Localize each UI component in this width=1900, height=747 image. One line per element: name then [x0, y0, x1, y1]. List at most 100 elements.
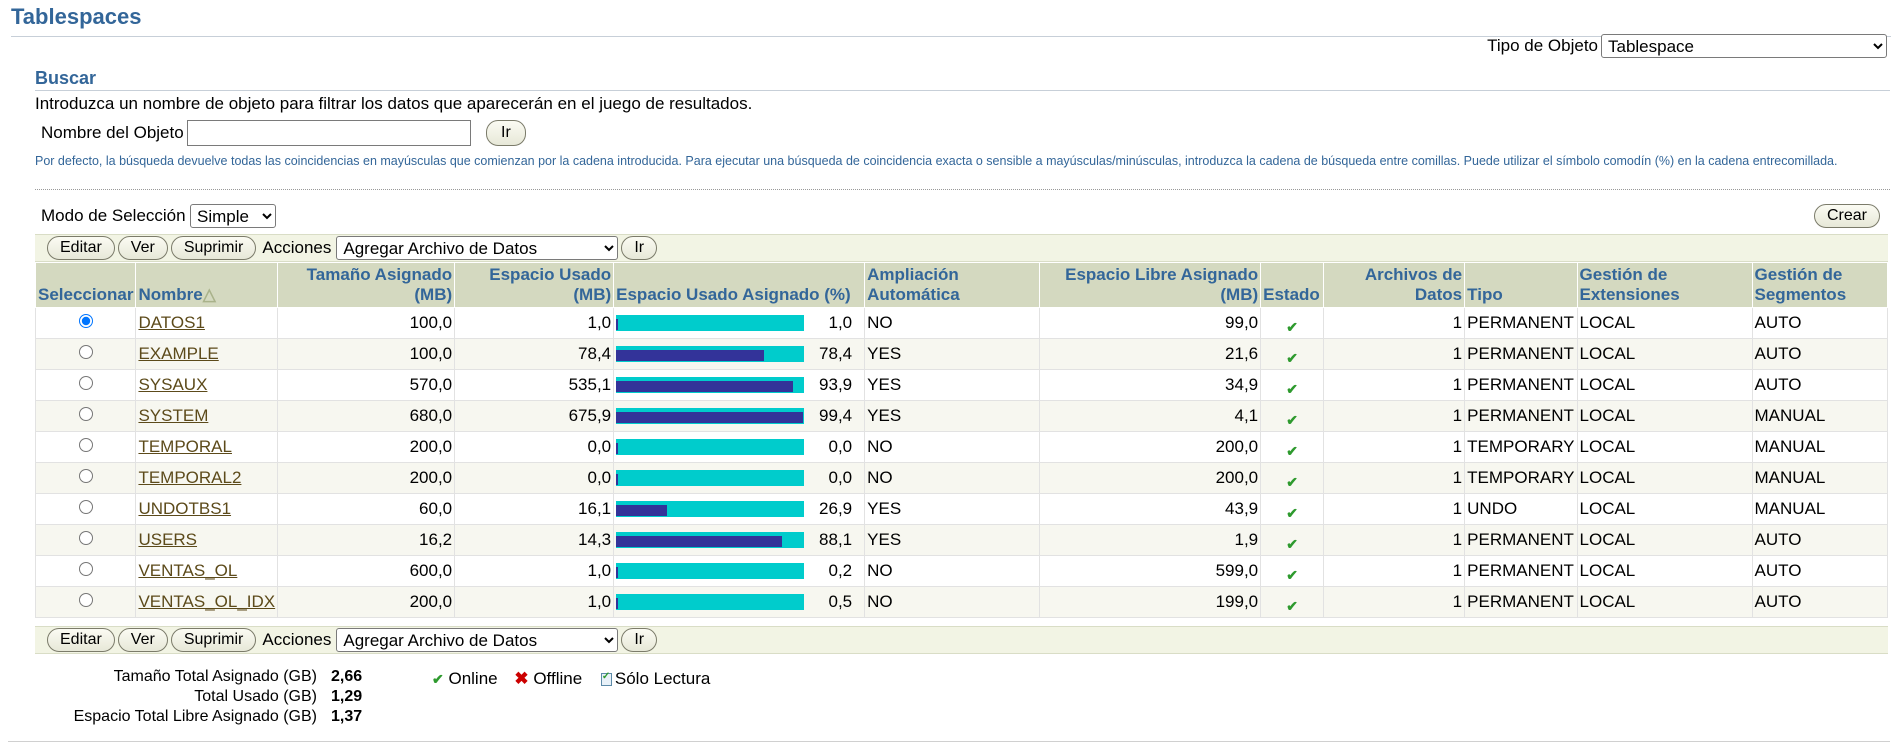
auto-cell: YES: [864, 493, 1041, 525]
free-cell: 43,9: [1039, 493, 1262, 525]
create-button[interactable]: Crear: [1814, 204, 1881, 228]
status-cell: ✔: [1260, 431, 1325, 463]
free-cell: 599,0: [1039, 555, 1262, 587]
table-row: TEMPORAL2 200,0 0,0 0,0 NO 200,0 ✔ 1 TEMPORARY LO…: [34, 462, 1889, 494]
tablespace-name-link[interactable]: TEMPORAL2: [138, 468, 241, 487]
name-cell: TEMPORAL: [135, 431, 279, 463]
actions-select[interactable]: Agregar Archivo de Datos: [336, 628, 619, 652]
row-select-radio[interactable]: [78, 376, 93, 390]
type-cell: PERMANENT: [1464, 400, 1578, 432]
row-select-radio[interactable]: [78, 314, 93, 328]
tablespace-name-link[interactable]: USERS: [138, 530, 197, 549]
auto-cell: YES: [864, 400, 1041, 432]
actions-go-button[interactable]: Ir: [621, 236, 658, 260]
size-cell: 680,0: [277, 400, 456, 432]
row-select-radio[interactable]: [78, 345, 93, 359]
selection-mode-select[interactable]: Simple: [190, 204, 276, 228]
actions-go-button[interactable]: Ir: [621, 628, 658, 652]
free-cell: 4,1: [1039, 400, 1262, 432]
view-button[interactable]: Ver: [117, 628, 168, 652]
usage-meter: [616, 563, 805, 580]
pct-cell: 93,9: [613, 369, 866, 401]
view-button[interactable]: Ver: [117, 236, 168, 260]
usage-meter-fill: [616, 536, 782, 548]
row-select-radio[interactable]: [78, 407, 93, 421]
type-cell: PERMANENT: [1464, 338, 1578, 370]
edit-button[interactable]: Editar: [47, 236, 115, 260]
check-icon: ✔: [1286, 567, 1298, 583]
tablespace-name-link[interactable]: DATOS1: [138, 313, 204, 332]
search-hint: Por defecto, la búsqueda devuelve todas …: [35, 154, 1838, 168]
extents-cell: LOCAL: [1576, 555, 1753, 587]
tablespace-name-link[interactable]: SYSAUX: [138, 375, 207, 394]
segments-cell: MANUAL: [1751, 493, 1889, 525]
col-segments: Gestión de Segmentos: [1751, 262, 1889, 308]
tablespace-name-link[interactable]: UNDOTBS1: [138, 499, 231, 518]
segments-cell: MANUAL: [1751, 431, 1889, 463]
tablespace-name-link[interactable]: EXAMPLE: [138, 344, 218, 363]
row-select-cell: [34, 369, 137, 401]
auto-cell: YES: [864, 524, 1041, 556]
actions-select[interactable]: Agregar Archivo de Datos: [336, 236, 619, 260]
delete-button[interactable]: Suprimir: [170, 236, 257, 260]
status-cell: ✔: [1260, 555, 1325, 587]
usage-meter-fill: [616, 443, 619, 455]
dotted-divider: [35, 189, 1890, 190]
tablespace-name-link[interactable]: VENTAS_OL: [138, 561, 237, 580]
auto-cell: NO: [864, 462, 1041, 494]
usage-meter: [616, 594, 805, 611]
usage-meter: [616, 377, 805, 394]
table-row: TEMPORAL 200,0 0,0 0,0 NO 200,0 ✔ 1 TEMPORARY LOC…: [34, 431, 1889, 463]
extents-cell: LOCAL: [1576, 307, 1753, 339]
check-icon: ✔: [1286, 505, 1298, 521]
tablespace-name-link[interactable]: VENTAS_OL_IDX: [138, 592, 275, 611]
name-cell: SYSAUX: [135, 369, 279, 401]
col-pct: Espacio Usado Asignado (%): [613, 262, 866, 308]
edit-button[interactable]: Editar: [47, 628, 115, 652]
row-select-radio[interactable]: [78, 469, 93, 483]
pct-cell: 1,0: [613, 307, 866, 339]
sort-ascending-icon[interactable]: △: [203, 285, 216, 304]
legend-offline: Offline: [533, 669, 583, 688]
size-cell: 100,0: [277, 307, 456, 339]
pct-cell: 0,0: [613, 431, 866, 463]
segments-cell: AUTO: [1751, 338, 1889, 370]
status-cell: ✔: [1260, 493, 1325, 525]
search-divider: [35, 90, 1890, 91]
pct-value: 1,0: [828, 313, 853, 333]
usage-meter-fill: [616, 350, 764, 362]
object-name-input[interactable]: [187, 120, 471, 146]
tablespace-name-link[interactable]: TEMPORAL: [138, 437, 232, 456]
row-select-radio[interactable]: [78, 562, 93, 576]
usage-meter-fill: [616, 381, 793, 393]
type-cell: PERMANENT: [1464, 586, 1578, 618]
col-select: Seleccionar: [34, 262, 137, 308]
total-used-label: Total Usado (GB): [35, 687, 319, 707]
search-title: Buscar: [35, 68, 97, 88]
object-type-select[interactable]: Tablespace: [1601, 34, 1887, 58]
pct-cell: 99,4: [613, 400, 866, 432]
table-row: UNDOTBS1 60,0 16,1 26,9 YES 43,9 ✔ 1 UNDO LOCAL MA…: [34, 493, 1889, 525]
table-row: VENTAS_OL 600,0 1,0 0,2 NO 599,0 ✔ 1 PERMANENT LO…: [34, 555, 1889, 587]
row-select-radio[interactable]: [78, 531, 93, 545]
col-used: Espacio Usado (MB): [454, 262, 615, 308]
delete-button[interactable]: Suprimir: [170, 628, 257, 652]
search-go-button[interactable]: Ir: [486, 120, 526, 146]
selection-mode-label: Modo de Selección: [41, 206, 186, 225]
row-select-radio[interactable]: [78, 593, 93, 607]
files-cell: 1: [1323, 307, 1466, 339]
bottom-divider: [8, 741, 1890, 742]
row-select-radio[interactable]: [78, 438, 93, 452]
usage-meter-fill: [616, 505, 667, 517]
table-row: EXAMPLE 100,0 78,4 78,4 YES 21,6 ✔ 1 PERMANENT LO…: [34, 338, 1889, 370]
col-type: Tipo: [1464, 262, 1578, 308]
check-icon: ✔: [1286, 381, 1298, 397]
col-name[interactable]: Nombre△: [135, 262, 279, 308]
type-cell: UNDO: [1464, 493, 1578, 525]
tablespace-name-link[interactable]: SYSTEM: [138, 406, 208, 425]
status-cell: ✔: [1260, 524, 1325, 556]
check-icon: ✔: [1286, 443, 1298, 459]
name-cell: VENTAS_OL_IDX: [135, 586, 279, 618]
row-select-radio[interactable]: [78, 500, 93, 514]
usage-meter: [616, 346, 805, 363]
